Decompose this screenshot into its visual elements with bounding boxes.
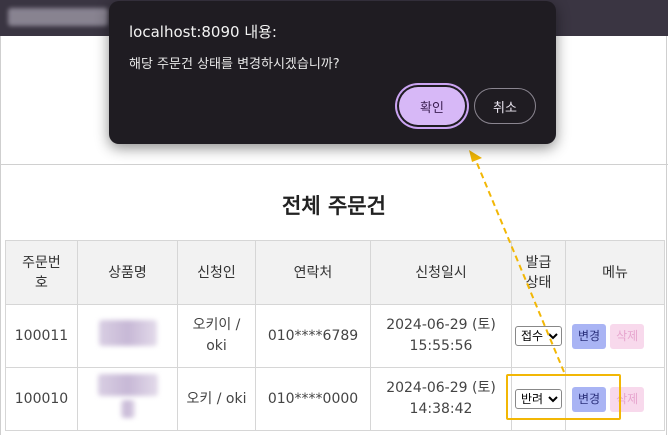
dialog-message: 해당 주문건 상태를 변경하시겠습니까?	[129, 57, 340, 72]
cancel-button[interactable]: 취소	[474, 88, 536, 124]
confirm-button[interactable]: 확인	[399, 87, 465, 125]
confirm-dialog: localhost:8090 내용: 해당 주문건 상태를 변경하시겠습니까? …	[109, 1, 556, 144]
dialog-title: localhost:8090 내용:	[129, 23, 277, 41]
